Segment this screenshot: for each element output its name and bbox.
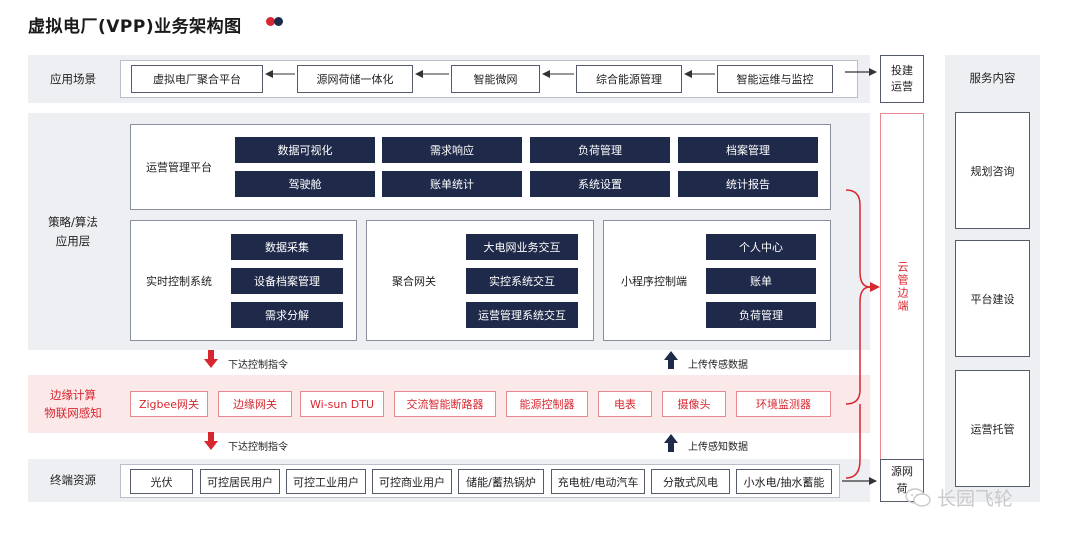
watermark-text: 长园飞轮 — [937, 488, 1014, 510]
down-arrow-1 — [204, 350, 218, 368]
watermark: 长园飞轮 — [905, 484, 1013, 511]
connectors-overlay — [204, 68, 880, 485]
down-arrow-2 — [204, 432, 218, 450]
up-arrow-2 — [664, 434, 678, 452]
up-arrow-1 — [664, 351, 678, 369]
wechat-icon — [905, 487, 931, 507]
brace-connector-lower — [845, 404, 861, 479]
brace-connector — [845, 189, 871, 405]
